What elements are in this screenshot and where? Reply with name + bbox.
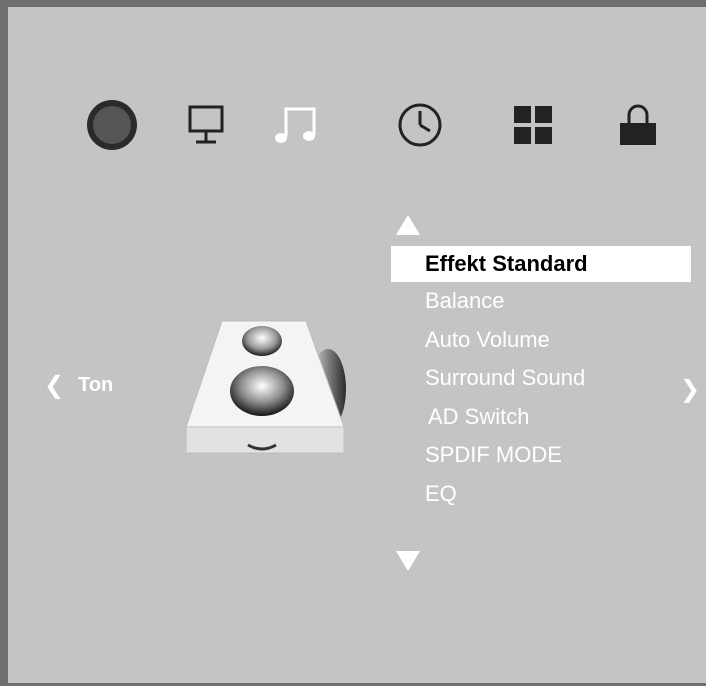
tab-picture[interactable]	[84, 97, 140, 153]
tab-sound[interactable]	[268, 97, 324, 153]
scroll-up-arrow[interactable]	[396, 215, 420, 235]
chevron-right-icon[interactable]: ❯	[680, 377, 700, 401]
menu-item-spdif-mode[interactable]: SPDIF MODE	[391, 436, 691, 475]
tab-screen[interactable]	[178, 97, 234, 153]
menu-item-auto-volume[interactable]: Auto Volume	[391, 321, 691, 360]
scroll-down-arrow[interactable]	[396, 551, 420, 571]
speaker-icon	[185, 320, 346, 454]
tab-time[interactable]	[392, 97, 448, 153]
tab-apps[interactable]	[505, 97, 561, 153]
picture-circle-icon	[87, 100, 137, 150]
lock-icon	[620, 104, 656, 145]
tv-menu-screen: ❮ Ton Effekt Standard Balance Auto Volum…	[0, 0, 706, 686]
menu-item-ad-switch[interactable]: AD Switch	[391, 398, 691, 437]
music-note-icon	[275, 107, 316, 143]
menu-item-eq[interactable]: EQ	[391, 475, 691, 514]
nav-previous-section[interactable]: ❮ Ton	[44, 373, 113, 397]
section-title: Ton	[78, 373, 114, 396]
chevron-left-icon: ❮	[44, 371, 65, 399]
menu-item-balance[interactable]: Balance	[391, 282, 691, 321]
sound-settings-menu: Effekt Standard Balance Auto Volume Surr…	[391, 246, 691, 513]
monitor-icon	[188, 105, 224, 144]
tab-lock[interactable]	[610, 97, 666, 153]
menu-item-surround-sound[interactable]: Surround Sound	[391, 359, 691, 398]
menu-item-effekt[interactable]: Effekt Standard	[391, 246, 691, 282]
category-tab-bar	[8, 7, 706, 207]
speaker-illustration	[178, 307, 368, 467]
clock-icon	[398, 103, 442, 147]
grid-icon	[514, 106, 552, 144]
